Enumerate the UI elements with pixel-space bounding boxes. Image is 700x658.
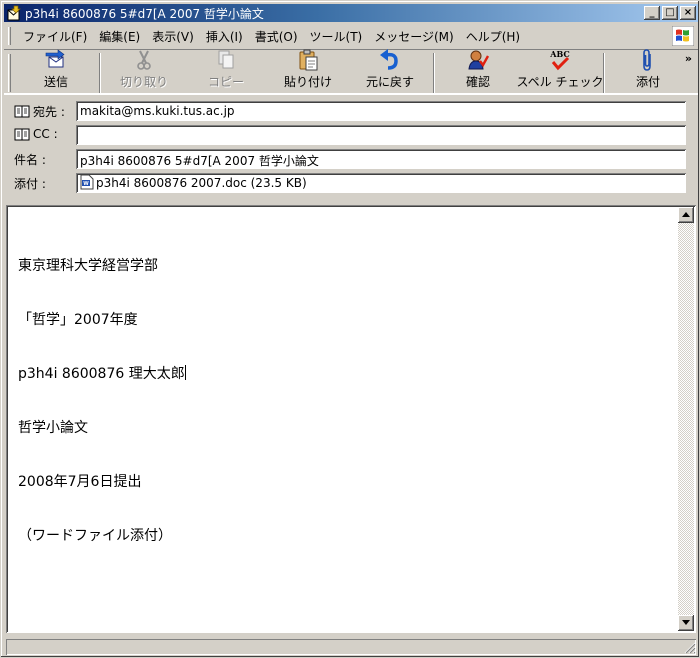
to-label-text: 宛先 : bbox=[33, 105, 65, 119]
compose-window: p3h4i 8600876 5#d7[A 2007 哲学小論文 _ □ × ファ… bbox=[0, 0, 700, 658]
body-line: （ワードファイル添付） bbox=[18, 528, 172, 544]
spelling-button[interactable]: ABC スペル チェック bbox=[516, 49, 604, 94]
arrow-up-icon bbox=[682, 212, 690, 217]
minimize-icon: _ bbox=[649, 7, 655, 18]
svg-text:W: W bbox=[83, 181, 89, 187]
word-document-icon: W bbox=[80, 174, 94, 190]
paste-button[interactable]: 貼り付け bbox=[267, 49, 349, 94]
subject-field-value: p3h4i 8600876 5#d7[A 2007 哲学小論文 bbox=[80, 154, 319, 168]
menu-file[interactable]: ファイル(F) bbox=[17, 26, 93, 47]
message-body[interactable]: 東京理科大学経営学部 「哲学」2007年度 p3h4i 8600876 理大太郎… bbox=[6, 205, 696, 633]
toolbar-grip[interactable] bbox=[8, 54, 11, 92]
body-line: p3h4i 8600876 理大太郎 bbox=[18, 366, 185, 382]
toolbar-separator bbox=[603, 53, 605, 93]
attach-row: 添付 : W p3h4i 8600876 2007.doc (23.5 KB) bbox=[4, 171, 698, 193]
check-names-button[interactable]: 確認 bbox=[437, 50, 519, 94]
header-fields: 宛先 : makita@ms.kuki.tus.ac.jp CC : 件名: … bbox=[4, 97, 698, 201]
menu-message[interactable]: メッセージ(M) bbox=[368, 26, 459, 47]
cut-label: 切り取り bbox=[119, 75, 168, 89]
cc-label-text: CC : bbox=[33, 127, 58, 141]
to-row: 宛先 : makita@ms.kuki.tus.ac.jp bbox=[4, 99, 698, 121]
address-book-icon bbox=[14, 128, 30, 141]
maximize-button[interactable]: □ bbox=[662, 6, 678, 20]
vertical-scrollbar[interactable] bbox=[678, 207, 694, 631]
text-caret bbox=[184, 365, 186, 380]
send-button[interactable]: 送信 bbox=[15, 49, 97, 94]
spellcheck-icon: ABC bbox=[548, 49, 572, 71]
copy-label: コピー bbox=[207, 75, 244, 89]
subject-row: 件名 : p3h4i 8600876 5#d7[A 2007 哲学小論文 bbox=[4, 147, 698, 169]
scissors-icon bbox=[132, 49, 156, 71]
check-names-icon bbox=[466, 49, 490, 71]
toolbar-separator bbox=[433, 53, 435, 93]
status-pane bbox=[6, 639, 696, 655]
maximize-icon: □ bbox=[665, 7, 675, 18]
attachment-name[interactable]: p3h4i 8600876 2007.doc (23.5 KB) bbox=[96, 176, 307, 190]
toolbar: 送信 切り取り コピー 貼り付け 元に戻す 確認 ABC スペル チェック 添付… bbox=[4, 49, 698, 95]
body-line: 2008年7月6日提出 bbox=[18, 474, 142, 490]
spelling-label: スペル チェック bbox=[516, 75, 604, 89]
cut-button[interactable]: 切り取り bbox=[103, 50, 185, 94]
body-line-with-caret: p3h4i 8600876 理大太郎 bbox=[18, 365, 186, 383]
body-line: 哲学小論文 bbox=[18, 420, 88, 436]
title-bar[interactable]: p3h4i 8600876 5#d7[A 2007 哲学小論文 _ □ × bbox=[4, 4, 698, 22]
cc-field[interactable] bbox=[76, 125, 686, 145]
to-field[interactable]: makita@ms.kuki.tus.ac.jp bbox=[76, 101, 686, 121]
body-line: 「哲学」2007年度 bbox=[18, 312, 138, 328]
paste-icon bbox=[296, 49, 320, 71]
attach-field-label: 添付 : bbox=[14, 177, 46, 191]
to-label[interactable]: 宛先 : bbox=[14, 103, 65, 120]
check-names-label: 確認 bbox=[465, 75, 490, 89]
toolbar-chevron-icon[interactable]: » bbox=[685, 52, 692, 65]
scroll-up-button[interactable] bbox=[678, 207, 694, 223]
menu-view[interactable]: 表示(V) bbox=[146, 26, 200, 47]
close-icon: × bbox=[683, 7, 693, 18]
attach-label: 添付 bbox=[635, 75, 660, 89]
window-title: p3h4i 8600876 5#d7[A 2007 哲学小論文 bbox=[25, 6, 264, 21]
subject-field[interactable]: p3h4i 8600876 5#d7[A 2007 哲学小論文 bbox=[76, 149, 686, 169]
cc-label[interactable]: CC : bbox=[14, 127, 58, 141]
paste-label: 貼り付け bbox=[283, 75, 332, 89]
send-icon bbox=[44, 49, 68, 71]
attachment-field[interactable]: W p3h4i 8600876 2007.doc (23.5 KB) bbox=[76, 173, 686, 193]
message-body-text[interactable]: 東京理科大学経営学部 「哲学」2007年度 p3h4i 8600876 理大太郎… bbox=[18, 221, 186, 581]
cc-row: CC : bbox=[4, 123, 698, 145]
menu-bar: ファイル(F) 編集(E) 表示(V) 挿入(I) 書式(O) ツール(T) メ… bbox=[4, 25, 698, 47]
status-bar bbox=[4, 637, 698, 656]
menu-format[interactable]: 書式(O) bbox=[249, 26, 304, 47]
minimize-button[interactable]: _ bbox=[644, 6, 660, 20]
close-button[interactable]: × bbox=[680, 6, 696, 20]
scroll-down-button[interactable] bbox=[678, 615, 694, 631]
compose-mail-icon bbox=[6, 5, 22, 21]
menu-edit[interactable]: 編集(E) bbox=[93, 26, 146, 47]
to-field-value: makita@ms.kuki.tus.ac.jp bbox=[80, 104, 235, 118]
attach-button[interactable]: 添付 bbox=[607, 49, 689, 94]
address-book-icon bbox=[14, 105, 30, 118]
arrow-down-icon bbox=[682, 620, 690, 625]
menu-tools[interactable]: ツール(T) bbox=[304, 26, 369, 47]
undo-label: 元に戻す bbox=[365, 75, 414, 89]
copy-icon bbox=[214, 49, 238, 71]
menu-insert[interactable]: 挿入(I) bbox=[200, 26, 249, 47]
undo-icon bbox=[378, 49, 402, 71]
body-line: 東京理科大学経営学部 bbox=[18, 258, 158, 274]
subject-label: 件名 : bbox=[14, 153, 46, 167]
toolbar-separator bbox=[99, 53, 101, 93]
menu-help[interactable]: ヘルプ(H) bbox=[460, 26, 526, 47]
paperclip-icon bbox=[636, 49, 660, 71]
windows-logo-icon bbox=[671, 25, 695, 47]
copy-button[interactable]: コピー bbox=[185, 50, 267, 94]
send-label: 送信 bbox=[43, 75, 68, 89]
menu-grip[interactable] bbox=[8, 27, 11, 45]
undo-button[interactable]: 元に戻す bbox=[349, 49, 431, 94]
resize-grip-icon[interactable] bbox=[684, 642, 696, 654]
